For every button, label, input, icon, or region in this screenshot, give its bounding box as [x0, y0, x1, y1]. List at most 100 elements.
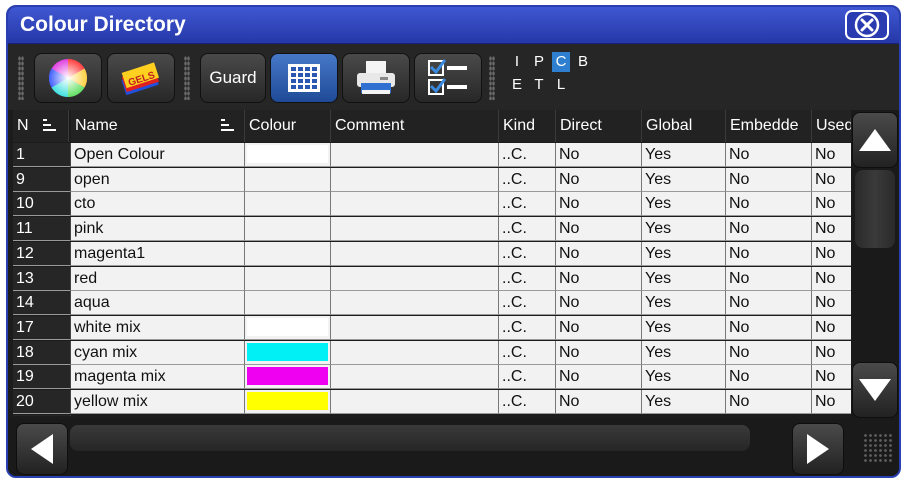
cell-embedded[interactable]: No	[726, 167, 812, 192]
cell-colour[interactable]	[245, 192, 331, 217]
cell-kind[interactable]: ..C.	[499, 291, 556, 316]
cell-name[interactable]: pink	[71, 217, 245, 242]
vertical-scrollbar[interactable]	[851, 110, 899, 423]
cell-global[interactable]: Yes	[642, 390, 726, 414]
cell-comment[interactable]	[331, 241, 499, 266]
table-row[interactable]: 20 yellow mix ..C. No Yes No No	[13, 390, 851, 415]
filter-b[interactable]: B	[574, 52, 592, 72]
cell-kind[interactable]: ..C.	[499, 340, 556, 365]
cell-embedded[interactable]: No	[726, 340, 812, 365]
cell-direct[interactable]: No	[556, 315, 642, 340]
cell-embedded[interactable]: No	[726, 315, 812, 340]
cell-name[interactable]: aqua	[71, 291, 245, 316]
filter-t[interactable]: T	[530, 75, 548, 95]
cell-comment[interactable]	[331, 390, 499, 414]
cell-direct[interactable]: No	[556, 340, 642, 365]
sheet-view-button[interactable]	[270, 53, 338, 103]
cell-used[interactable]: No	[812, 143, 851, 167]
cell-colour[interactable]	[245, 340, 331, 365]
table-row[interactable]: 1 Open Colour ..C. No Yes No No	[13, 143, 851, 168]
cell-kind[interactable]: ..C.	[499, 365, 556, 390]
filter-c[interactable]: C	[552, 52, 570, 72]
cell-n[interactable]: 20	[13, 390, 71, 414]
cell-global[interactable]: Yes	[642, 192, 726, 217]
cell-name[interactable]: cyan mix	[71, 340, 245, 365]
toolbar-grip[interactable]	[489, 56, 495, 100]
table-row[interactable]: 17 white mix ..C. No Yes No No	[13, 315, 851, 341]
cell-used[interactable]: No	[812, 340, 851, 365]
colour-picker-button[interactable]	[34, 53, 102, 103]
close-button[interactable]	[845, 10, 889, 40]
cell-global[interactable]: Yes	[642, 217, 726, 242]
print-button[interactable]	[342, 53, 410, 103]
cell-kind[interactable]: ..C.	[499, 241, 556, 266]
cell-colour[interactable]	[245, 241, 331, 266]
cell-direct[interactable]: No	[556, 266, 642, 291]
cell-comment[interactable]	[331, 217, 499, 242]
cell-comment[interactable]	[331, 143, 499, 167]
cell-comment[interactable]	[331, 365, 499, 390]
cell-colour[interactable]	[245, 143, 331, 167]
cell-used[interactable]: No	[812, 390, 851, 414]
column-header-n[interactable]: N	[13, 110, 69, 142]
cell-used[interactable]: No	[812, 266, 851, 291]
cell-embedded[interactable]: No	[726, 365, 812, 390]
cell-global[interactable]: Yes	[642, 315, 726, 340]
cell-kind[interactable]: ..C.	[499, 167, 556, 192]
cell-comment[interactable]	[331, 340, 499, 365]
filter-e[interactable]: E	[508, 75, 526, 95]
vertical-scroll-thumb[interactable]	[855, 170, 895, 248]
cell-n[interactable]: 17	[13, 315, 71, 340]
cell-used[interactable]: No	[812, 315, 851, 340]
cell-colour[interactable]	[245, 390, 331, 414]
cell-n[interactable]: 14	[13, 291, 71, 316]
table-row[interactable]: 11 pink ..C. No Yes No No	[13, 217, 851, 242]
cell-direct[interactable]: No	[556, 217, 642, 242]
cell-global[interactable]: Yes	[642, 241, 726, 266]
cell-name[interactable]: red	[71, 266, 245, 291]
table-row[interactable]: 14 aqua ..C. No Yes No No	[13, 291, 851, 316]
cell-global[interactable]: Yes	[642, 291, 726, 316]
cell-embedded[interactable]: No	[726, 217, 812, 242]
cell-name[interactable]: yellow mix	[71, 390, 245, 414]
cell-direct[interactable]: No	[556, 143, 642, 167]
guard-button[interactable]: Guard	[200, 53, 266, 103]
cell-direct[interactable]: No	[556, 241, 642, 266]
column-header-comment[interactable]: Comment	[331, 110, 499, 142]
cell-colour[interactable]	[245, 217, 331, 242]
cell-used[interactable]: No	[812, 365, 851, 390]
toolbar-grip[interactable]	[184, 56, 190, 100]
scroll-up-button[interactable]	[852, 112, 898, 168]
column-header-global[interactable]: Global	[642, 110, 726, 142]
column-header-used[interactable]: Used	[812, 110, 851, 142]
cell-embedded[interactable]: No	[726, 143, 812, 167]
cell-kind[interactable]: ..C.	[499, 390, 556, 414]
cell-used[interactable]: No	[812, 192, 851, 217]
cell-embedded[interactable]: No	[726, 266, 812, 291]
cell-n[interactable]: 13	[13, 266, 71, 291]
cell-embedded[interactable]: No	[726, 291, 812, 316]
cell-colour[interactable]	[245, 365, 331, 390]
cell-direct[interactable]: No	[556, 365, 642, 390]
gels-button[interactable]: GELS	[107, 53, 175, 103]
cell-kind[interactable]: ..C.	[499, 143, 556, 167]
cell-n[interactable]: 10	[13, 192, 71, 217]
filter-l[interactable]: L	[552, 75, 570, 95]
cell-used[interactable]: No	[812, 291, 851, 316]
table-row[interactable]: 9 open ..C. No Yes No No	[13, 167, 851, 193]
cell-global[interactable]: Yes	[642, 365, 726, 390]
cell-colour[interactable]	[245, 266, 331, 291]
cell-global[interactable]: Yes	[642, 340, 726, 365]
cell-colour[interactable]	[245, 315, 331, 340]
column-header-colour[interactable]: Colour	[245, 110, 331, 142]
cell-used[interactable]: No	[812, 217, 851, 242]
cell-used[interactable]: No	[812, 241, 851, 266]
cell-kind[interactable]: ..C.	[499, 192, 556, 217]
column-header-kind[interactable]: Kind	[499, 110, 556, 142]
cell-colour[interactable]	[245, 167, 331, 192]
resize-grip[interactable]	[863, 433, 893, 463]
cell-global[interactable]: Yes	[642, 143, 726, 167]
column-header-embedded[interactable]: Embedde	[726, 110, 812, 142]
checklist-button[interactable]	[414, 53, 482, 103]
cell-direct[interactable]: No	[556, 291, 642, 316]
